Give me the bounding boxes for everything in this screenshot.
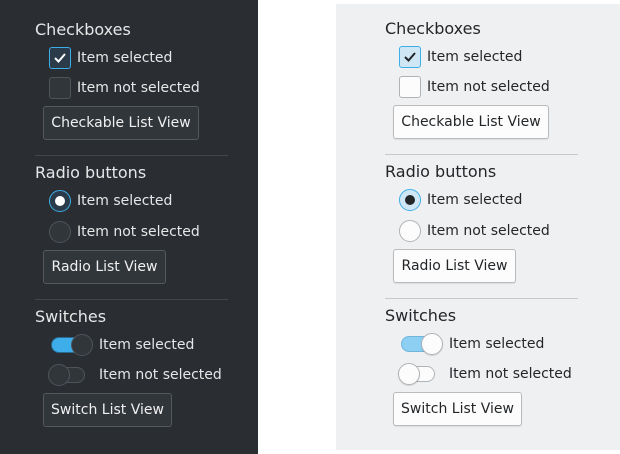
checkbox-selected[interactable] [399,46,421,68]
section-divider [385,154,578,155]
checkbox-selected-label: Item selected [77,50,173,66]
radio-dot-icon [55,196,65,206]
radio-unselected[interactable] [399,220,421,242]
switch-unselected-label: Item not selected [99,367,222,383]
switch-list-view-button[interactable]: Switch List View [393,392,522,426]
radio-unselected-label: Item not selected [77,224,200,240]
radio-list-view-button[interactable]: Radio List View [43,250,166,284]
radio-selected[interactable] [399,189,421,211]
radio-selected[interactable] [49,190,71,212]
radio-unselected-label: Item not selected [427,223,550,239]
checkable-list-view-button[interactable]: Checkable List View [43,106,199,140]
section-divider [385,298,578,299]
switch-knob[interactable] [421,333,443,355]
switch-knob[interactable] [71,334,93,356]
radio-buttons-heading: Radio buttons [35,163,147,182]
switch-unselected-label: Item not selected [449,366,572,382]
switches-heading: Switches [385,306,457,325]
checkboxes-heading: Checkboxes [385,19,481,38]
light-theme-panel: Checkboxes Item selected Item not select… [336,4,620,450]
switch-knob[interactable] [48,364,70,386]
radio-buttons-heading: Radio buttons [385,162,497,181]
checkmark-icon [54,53,66,63]
checkbox-unselected[interactable] [399,76,421,98]
switch-list-view-button[interactable]: Switch List View [43,393,172,427]
dark-theme-panel: Checkboxes Item selected Item not select… [0,0,258,454]
checkbox-unselected-label: Item not selected [427,79,550,95]
switch-knob[interactable] [398,363,420,385]
checkbox-selected[interactable] [49,47,71,69]
switch-selected-label: Item selected [99,337,195,353]
switches-heading: Switches [35,307,107,326]
checkbox-unselected-label: Item not selected [77,80,200,96]
radio-dot-icon [405,195,415,205]
checkbox-selected-label: Item selected [427,49,523,65]
checkable-list-view-button[interactable]: Checkable List View [393,105,549,139]
radio-selected-label: Item selected [427,192,523,208]
section-divider [35,155,228,156]
switch-selected-label: Item selected [449,336,545,352]
radio-list-view-button[interactable]: Radio List View [393,249,516,283]
checkboxes-heading: Checkboxes [35,20,131,39]
radio-selected-label: Item selected [77,193,173,209]
checkmark-icon [404,52,416,62]
checkbox-unselected[interactable] [49,77,71,99]
section-divider [35,299,228,300]
radio-unselected[interactable] [49,221,71,243]
